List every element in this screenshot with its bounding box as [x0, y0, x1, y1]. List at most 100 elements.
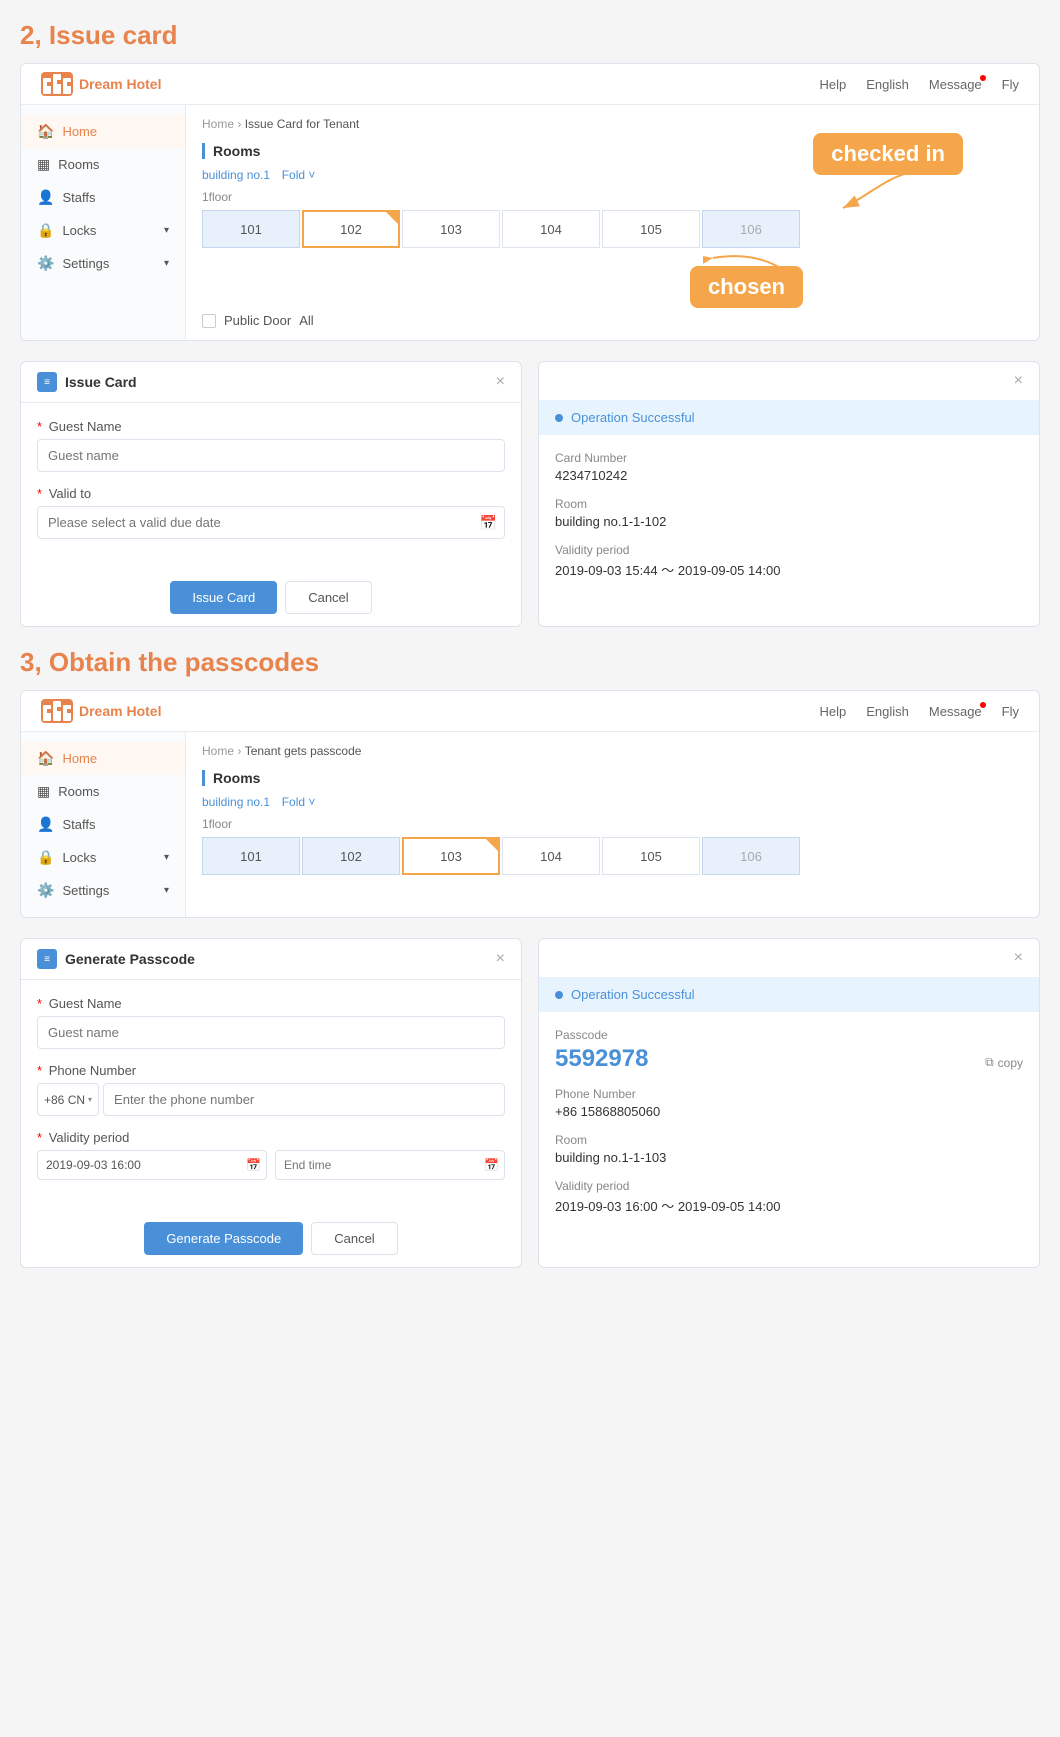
settings-icon-1: ⚙️ [37, 255, 54, 272]
nav-english-2[interactable]: English [866, 704, 909, 719]
guest-name-input[interactable] [37, 439, 505, 472]
sidebar-item-staffs-2[interactable]: 👤 Staffs [21, 808, 185, 841]
generate-title: ≡ Generate Passcode [37, 949, 195, 969]
sidebar-label-rooms-1: Rooms [58, 157, 99, 172]
validity-value-1: 2019-09-03 15:44 ～ 2019-09-05 14:00 [555, 560, 1023, 579]
success-issue-close[interactable]: × [1014, 372, 1023, 390]
locks-icon-1: 🔒 [37, 222, 54, 239]
browser-window-2: Dream Hotel Help English Message Fly 🏠 H… [20, 690, 1040, 918]
success-passcode-banner: Operation Successful [539, 977, 1039, 1012]
success-passcode-header: × [539, 939, 1039, 977]
issue-card-title: ≡ Issue Card [37, 372, 137, 392]
rooms-section-label-2: Rooms [202, 770, 1023, 786]
guest-name-label: * Guest Name [37, 419, 505, 434]
generate-cancel-btn[interactable]: Cancel [311, 1222, 397, 1255]
browser-window-1: Dream Hotel Help English Message Fly 🏠 H… [20, 63, 1040, 341]
room-104-2[interactable]: 104 [502, 837, 600, 875]
nav-help-1[interactable]: Help [820, 77, 847, 92]
phone-row: +86 CN ▾ [37, 1083, 505, 1116]
sidebar-label-staffs-1: Staffs [62, 190, 95, 205]
issue-card-btn[interactable]: Issue Card [170, 581, 277, 614]
sidebar-item-locks-2[interactable]: 🔒 Locks ▾ [21, 841, 185, 874]
public-door-checkbox-1[interactable] [202, 314, 216, 328]
success-issue-banner: Operation Successful [539, 400, 1039, 435]
start-time-input[interactable] [37, 1150, 267, 1180]
success-passcode-text: Operation Successful [571, 987, 695, 1002]
corner-triangle-103 [486, 839, 498, 851]
floor-label-2: 1floor [202, 817, 1023, 831]
sidebar-item-staffs-1[interactable]: 👤 Staffs [21, 181, 185, 214]
sidebar-item-locks-1[interactable]: 🔒 Locks ▾ [21, 214, 185, 247]
checked-in-bubble: checked in [813, 133, 963, 175]
generate-title-text: Generate Passcode [65, 951, 195, 967]
building-header-2: building no.1 Fold ˅ [202, 794, 1023, 809]
home-icon-2: 🏠 [37, 750, 54, 767]
success-passcode-close[interactable]: × [1014, 949, 1023, 967]
nav-help-2[interactable]: Help [820, 704, 847, 719]
room-101-2[interactable]: 101 [202, 837, 300, 875]
end-cal-icon: 📅 [484, 1158, 499, 1172]
card-number-label: Card Number [555, 451, 1023, 465]
validity-group-2: Validity period 2019-09-03 16:00 ～ 2019-… [555, 1179, 1023, 1215]
phone-input[interactable] [103, 1083, 505, 1116]
issue-card-body: * Guest Name * Valid to 📅 [21, 403, 521, 569]
nav-message-2[interactable]: Message [929, 704, 982, 719]
fold-btn-2[interactable]: Fold ˅ [282, 795, 316, 809]
room-101-1[interactable]: 101 [202, 210, 300, 248]
sidebar-2: 🏠 Home ▦ Rooms 👤 Staffs 🔒 Locks ▾ ⚙️ Set… [21, 732, 186, 917]
sidebar-item-rooms-1[interactable]: ▦ Rooms [21, 148, 185, 181]
card-number-group: Card Number 4234710242 [555, 451, 1023, 483]
room-106-2[interactable]: 106 [702, 837, 800, 875]
generate-passcode-btn[interactable]: Generate Passcode [144, 1222, 303, 1255]
nav-fly-2[interactable]: Fly [1002, 704, 1019, 719]
phone-field: * Phone Number +86 CN ▾ [37, 1063, 505, 1116]
issue-card-footer: Issue Card Cancel [21, 569, 521, 626]
nav-english-1[interactable]: English [866, 77, 909, 92]
room-102-2[interactable]: 102 [302, 837, 400, 875]
room-105-2[interactable]: 105 [602, 837, 700, 875]
sidebar-label-home-1: Home [62, 124, 97, 139]
room-103-1[interactable]: 103 [402, 210, 500, 248]
rooms-icon-2: ▦ [37, 783, 50, 800]
success-passcode-body: Passcode 5592978 ⧉ copy Phone Number +86… [539, 1012, 1039, 1245]
copy-btn[interactable]: ⧉ copy [985, 1055, 1023, 1070]
sidebar-item-home-2[interactable]: 🏠 Home [21, 742, 185, 775]
staffs-icon-1: 👤 [37, 189, 54, 206]
room-105-1[interactable]: 105 [602, 210, 700, 248]
validity-label: * Validity period [37, 1130, 505, 1145]
generate-passcode-dialog: ≡ Generate Passcode × * Guest Name * Pho… [20, 938, 522, 1268]
corner-triangle-102 [386, 212, 398, 224]
generate-close[interactable]: × [496, 950, 505, 968]
sidebar-item-home-1[interactable]: 🏠 Home [21, 115, 185, 148]
gen-guest-name-input[interactable] [37, 1016, 505, 1049]
breadcrumb-1: Home › Issue Card for Tenant [202, 117, 1023, 131]
browser-header-1: Dream Hotel Help English Message Fly [21, 64, 1039, 105]
start-cal-icon: 📅 [246, 1158, 261, 1172]
issue-card-close[interactable]: × [496, 373, 505, 391]
room-label-2: Room [555, 1133, 1023, 1147]
sidebar-item-settings-2[interactable]: ⚙️ Settings ▾ [21, 874, 185, 907]
rooms-grid-2: 101 102 103 104 105 106 [202, 837, 1023, 875]
sidebar-item-rooms-2[interactable]: ▦ Rooms [21, 775, 185, 808]
end-time-input[interactable] [275, 1150, 505, 1180]
issue-card-cancel-btn[interactable]: Cancel [285, 581, 371, 614]
room-104-1[interactable]: 104 [502, 210, 600, 248]
room-section-wrapper-1: checked in Rooms building no.1 Fold ˅ 1f… [202, 143, 1023, 328]
nav-fly-1[interactable]: Fly [1002, 77, 1019, 92]
room-group-1: Room building no.1-1-102 [555, 497, 1023, 529]
room-103-2[interactable]: 103 [402, 837, 500, 875]
fold-btn-1[interactable]: Fold ˅ [282, 168, 316, 182]
room-102-1[interactable]: 102 [302, 210, 400, 248]
sidebar-label-locks-2: Locks [62, 850, 96, 865]
gen-guest-name-label: * Guest Name [37, 996, 505, 1011]
sidebar-item-settings-1[interactable]: ⚙️ Settings ▾ [21, 247, 185, 280]
valid-to-input[interactable] [37, 506, 505, 539]
phone-number-label: Phone Number [555, 1087, 1023, 1101]
sidebar-label-rooms-2: Rooms [58, 784, 99, 799]
issue-card-icon: ≡ [37, 372, 57, 392]
browser-body-1: 🏠 Home ▦ Rooms 👤 Staffs 🔒 Locks ▾ ⚙️ Set… [21, 105, 1039, 340]
phone-prefix-selector[interactable]: +86 CN ▾ [37, 1083, 99, 1116]
nav-message-1[interactable]: Message [929, 77, 982, 92]
generate-header: ≡ Generate Passcode × [21, 939, 521, 980]
success-issue-text: Operation Successful [571, 410, 695, 425]
